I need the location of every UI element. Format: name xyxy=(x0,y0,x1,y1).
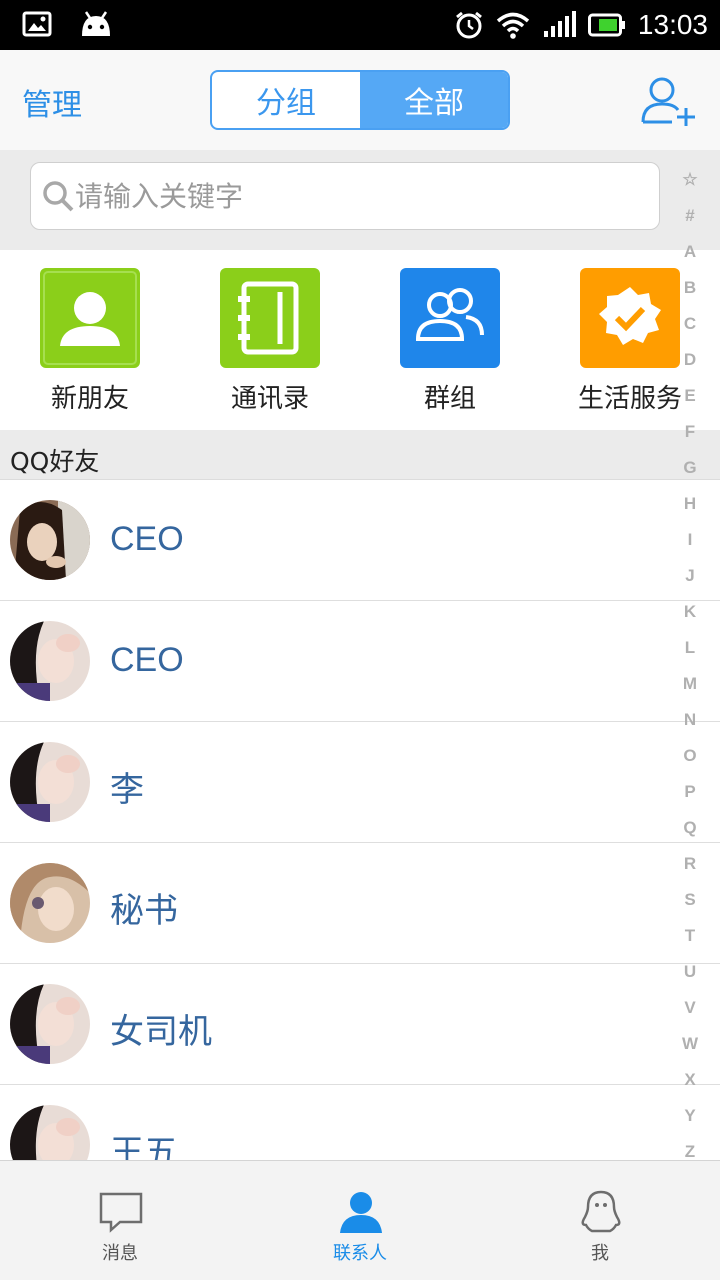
group-icon xyxy=(400,268,500,368)
alarm-icon xyxy=(455,11,482,39)
notification-icons xyxy=(22,10,114,38)
status-bar: 13:03 xyxy=(0,0,720,50)
image-notification-icon xyxy=(22,11,52,37)
segment-group[interactable]: 分组 xyxy=(212,72,360,128)
quick-entry-label: 群组 xyxy=(423,384,476,414)
index-letter[interactable]: J xyxy=(676,558,704,594)
contact-row[interactable]: 李 xyxy=(0,722,720,843)
index-letter[interactable]: # xyxy=(676,198,704,234)
add-friend-icon[interactable] xyxy=(640,74,700,128)
index-letter[interactable]: A xyxy=(676,234,704,270)
signal-icon xyxy=(543,11,576,37)
quick-entry-address-book[interactable]: 通讯录 xyxy=(200,268,340,415)
tab-me[interactable]: 我 xyxy=(480,1161,720,1280)
contacts-icon xyxy=(340,1192,382,1233)
contact-name: 女司机 xyxy=(110,1013,212,1051)
tab-label: 联系人 xyxy=(333,1243,387,1264)
contact-name: CEO xyxy=(110,520,184,558)
index-letter[interactable]: T xyxy=(676,918,704,954)
index-letter[interactable]: S xyxy=(676,882,704,918)
search-input[interactable] xyxy=(75,163,635,229)
bottom-tab-bar: 消息 联系人 我 xyxy=(0,1160,720,1280)
index-letter[interactable]: F xyxy=(676,414,704,450)
contact-row[interactable]: CEO xyxy=(0,601,720,722)
contact-row[interactable]: CEO xyxy=(0,480,720,601)
index-letter[interactable]: U xyxy=(676,954,704,990)
alphabet-index[interactable]: ☆ # A B C D E F G H I J K L M N O P Q R S T U V W X Y Z xyxy=(676,162,704,1170)
avatar xyxy=(10,1105,90,1160)
index-letter[interactable]: D xyxy=(676,342,704,378)
quick-entry-label: 新朋友 xyxy=(50,384,129,414)
quick-entries: 新朋友 通讯录 群组 生活服务 xyxy=(0,250,720,430)
contact-row[interactable]: 女司机 xyxy=(0,964,720,1085)
tab-label: 消息 xyxy=(102,1243,138,1264)
tab-contacts[interactable]: 联系人 xyxy=(240,1161,480,1280)
index-letter[interactable]: B xyxy=(676,270,704,306)
segmented-control: 分组 全部 xyxy=(210,70,510,130)
search-area xyxy=(0,150,720,250)
wifi-icon xyxy=(496,12,530,39)
index-letter[interactable]: Y xyxy=(676,1098,704,1134)
index-letter[interactable]: O xyxy=(676,738,704,774)
manage-button[interactable]: 管理 xyxy=(22,80,82,124)
index-letter[interactable]: M xyxy=(676,666,704,702)
contact-name: 李 xyxy=(110,771,144,809)
index-letter[interactable]: G xyxy=(676,450,704,486)
tab-label: 我 xyxy=(591,1243,609,1264)
new-friend-icon xyxy=(40,268,140,368)
contact-name: 王五 xyxy=(110,1134,178,1160)
qq-penguin-icon xyxy=(581,1190,621,1233)
avatar xyxy=(10,984,90,1064)
index-letter[interactable]: W xyxy=(676,1026,704,1062)
contact-name: 秘书 xyxy=(110,892,178,930)
battery-icon xyxy=(587,13,625,37)
segment-all[interactable]: 全部 xyxy=(360,72,508,128)
system-icons: 13:03 xyxy=(454,0,708,50)
index-letter[interactable]: L xyxy=(676,630,704,666)
title-bar: 管理 分组 全部 xyxy=(0,50,720,150)
index-letter[interactable]: E xyxy=(676,378,704,414)
quick-entry-label: 通讯录 xyxy=(230,384,309,414)
index-letter[interactable]: C xyxy=(676,306,704,342)
address-book-icon xyxy=(220,268,320,368)
life-service-icon xyxy=(580,268,680,368)
tab-messages[interactable]: 消息 xyxy=(0,1161,240,1280)
quick-entry-group[interactable]: 群组 xyxy=(380,268,520,415)
search-box[interactable] xyxy=(30,162,660,230)
index-letter[interactable]: X xyxy=(676,1062,704,1098)
index-letter[interactable]: Q xyxy=(676,810,704,846)
index-letter[interactable]: P xyxy=(676,774,704,810)
contact-list: CEO CEO 李 秘书 女司机 王五 xyxy=(0,480,720,1160)
index-letter[interactable]: R xyxy=(676,846,704,882)
avatar xyxy=(10,863,90,943)
avatar xyxy=(10,742,90,822)
section-title: QQ好友 xyxy=(10,447,100,476)
section-header[interactable]: QQ好友 xyxy=(0,430,720,480)
search-icon xyxy=(43,181,74,212)
contact-name: CEO xyxy=(110,641,184,679)
index-letter[interactable]: K xyxy=(676,594,704,630)
clock: 13:03 xyxy=(637,9,708,40)
index-letter[interactable]: V xyxy=(676,990,704,1026)
contact-row[interactable]: 秘书 xyxy=(0,843,720,964)
message-icon xyxy=(99,1192,143,1233)
index-letter[interactable]: I xyxy=(676,522,704,558)
index-letter[interactable]: H xyxy=(676,486,704,522)
avatar xyxy=(10,621,90,701)
contact-row[interactable]: 王五 xyxy=(0,1085,720,1160)
index-letter[interactable]: ☆ xyxy=(676,162,704,198)
quick-entry-new-friend[interactable]: 新朋友 xyxy=(20,268,160,415)
avatar xyxy=(10,500,90,580)
android-icon xyxy=(82,11,110,36)
index-letter[interactable]: N xyxy=(676,702,704,738)
